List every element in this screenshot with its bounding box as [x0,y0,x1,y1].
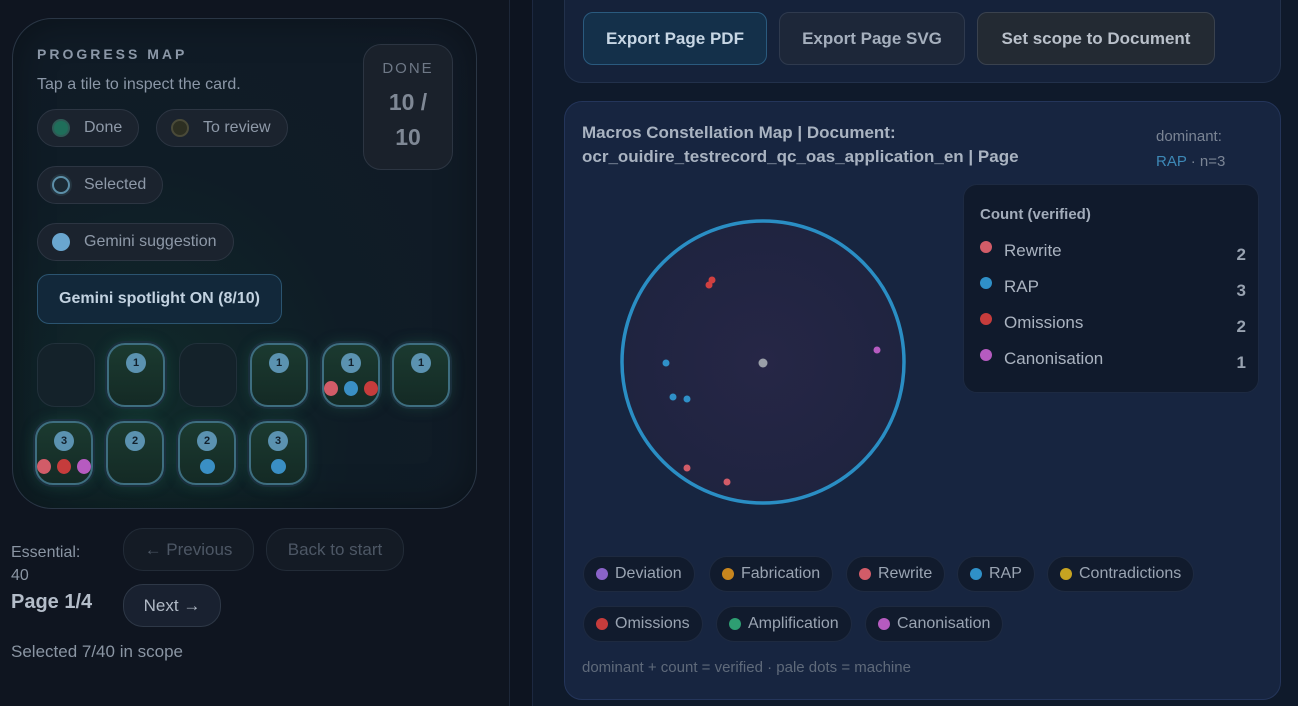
legend-dot-icon [970,568,982,580]
count-dot-icon [980,241,992,253]
legend-pill-deviation[interactable]: Deviation [583,556,695,592]
legend-pill-label: RAP [989,565,1022,582]
count-dot-icon [980,313,992,325]
legend-pill-contradictions[interactable]: Contradictions [1047,556,1195,592]
legend-dot-icon [1060,568,1072,580]
legend-pill-label: Contradictions [1079,565,1182,582]
legend-pill-label: Fabrication [741,565,821,582]
count-panel: Count (verified) Rewrite 2 RAP 3 Omissions 2 C… [963,184,1259,393]
legend-dot-icon [596,568,608,580]
legend-pill-rap[interactable]: RAP [957,556,1035,592]
legend-pill-canonisation[interactable]: Canonisation [865,606,1004,642]
count-dot-icon [980,277,992,289]
count-name: Rewrite [1004,241,1062,260]
canonisation-dot[interactable] [873,346,881,354]
rap-dot[interactable] [669,393,677,401]
rewrite-dot[interactable] [683,464,691,472]
count-value: 1 [1236,353,1246,372]
count-row: Rewrite 2 [980,241,1246,265]
count-row: RAP 3 [980,277,1246,301]
legend-pill-label: Deviation [615,565,682,582]
rap-dot[interactable] [662,359,670,367]
rewrite-dot[interactable] [723,478,731,486]
map-footnote: dominant + count = verified · pale dots … [582,659,911,676]
legend-pill-label: Amplification [748,615,839,632]
omission-dot[interactable] [705,281,713,289]
count-value: 2 [1236,317,1246,336]
legend-pill-label: Omissions [615,615,690,632]
count-value: 3 [1236,281,1246,300]
legend-dot-icon [859,568,871,580]
count-title: Count (verified) [980,206,1091,223]
legend-pill-rewrite[interactable]: Rewrite [846,556,946,592]
legend-dot-icon [729,618,741,630]
legend-dot-icon [878,618,890,630]
rap-dot[interactable] [683,395,691,403]
count-name: Omissions [1004,313,1084,332]
count-name: RAP [1004,277,1039,296]
legend-pill-amplification[interactable]: Amplification [716,606,852,642]
legend-dot-icon [596,618,608,630]
count-row: Canonisation 1 [980,349,1246,373]
count-name: Canonisation [1004,349,1104,368]
legend-pill-fabrication[interactable]: Fabrication [709,556,834,592]
count-row: Omissions 2 [980,313,1246,337]
center-point [758,358,768,368]
count-value: 2 [1236,245,1246,264]
legend-dot-icon [722,568,734,580]
legend-pill-label: Canonisation [897,615,991,632]
legend-pill-omissions[interactable]: Omissions [583,606,703,642]
legend-pill-label: Rewrite [878,565,933,582]
count-dot-icon [980,349,992,361]
